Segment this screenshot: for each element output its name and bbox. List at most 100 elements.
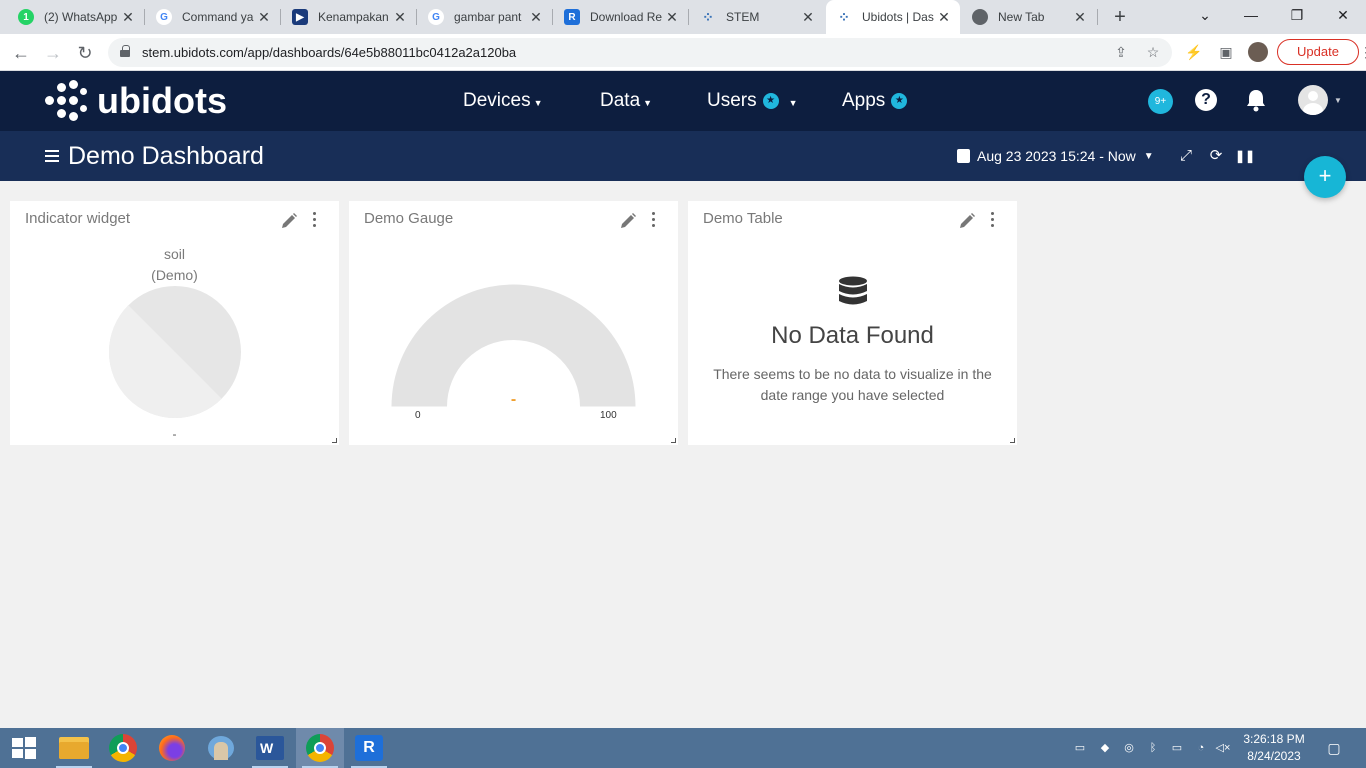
- gauge-value: -: [510, 391, 517, 408]
- tab-separator: [416, 9, 417, 25]
- chrome-taskbar-icon[interactable]: [99, 728, 147, 768]
- tray-network-icon[interactable]: ◆: [1097, 740, 1113, 756]
- tab-google-command[interactable]: G Command ya ✕: [146, 0, 280, 34]
- widget-menu-icon[interactable]: [651, 212, 657, 230]
- edit-pencil-icon[interactable]: [619, 212, 637, 230]
- refresh-icon[interactable]: ⟳: [1207, 147, 1225, 165]
- nav-devices-label: Devices: [463, 90, 531, 111]
- recorder-app-icon[interactable]: R: [345, 728, 393, 768]
- forward-icon[interactable]: →: [40, 40, 66, 66]
- calendar-icon[interactable]: [957, 149, 970, 163]
- reload-icon[interactable]: ↻: [72, 40, 98, 66]
- gauge-max-label: 100: [600, 410, 617, 421]
- tab-download[interactable]: R Download Re ✕: [554, 0, 688, 34]
- close-window-icon[interactable]: ✕: [1320, 0, 1366, 34]
- nav-apps[interactable]: Apps ★: [842, 90, 908, 112]
- nav-data[interactable]: Data ▼: [600, 90, 652, 112]
- chrome-active-taskbar-icon[interactable]: [296, 728, 344, 768]
- tab-google-gambar[interactable]: G gambar pant ✕: [418, 0, 552, 34]
- firefox-icon[interactable]: [148, 728, 196, 768]
- nav-data-label: Data: [600, 90, 641, 111]
- network-people-icon[interactable]: [197, 728, 245, 768]
- tab-whatsapp[interactable]: 1 (2) WhatsApp ✕: [8, 0, 144, 34]
- chevron-down-icon: ▼: [788, 97, 798, 108]
- close-tab-icon[interactable]: ✕: [256, 9, 272, 26]
- tray-display-icon[interactable]: ▭: [1072, 740, 1088, 756]
- share-icon[interactable]: ⇪: [1112, 43, 1130, 61]
- nav-users[interactable]: Users ★ ▼: [707, 90, 798, 112]
- close-tab-icon[interactable]: ✕: [936, 9, 952, 26]
- tab-separator: [552, 9, 553, 25]
- extensions-icon[interactable]: ⚡: [1184, 42, 1204, 62]
- help-icon[interactable]: ?: [1195, 89, 1217, 111]
- app-top-nav: ubidots Devices ▼ Data ▼ Users ★ ▼ Apps …: [0, 71, 1366, 131]
- word-icon[interactable]: W: [246, 728, 294, 768]
- bell-icon[interactable]: [1245, 88, 1267, 112]
- address-bar[interactable]: stem.ubidots.com/app/dashboards/64e5b880…: [108, 38, 1172, 67]
- indicator-value: -: [172, 427, 177, 441]
- resize-handle[interactable]: [332, 438, 337, 443]
- close-tab-icon[interactable]: ✕: [1072, 9, 1088, 26]
- widget-title: Demo Table: [703, 210, 783, 227]
- close-tab-icon[interactable]: ✕: [528, 9, 544, 26]
- close-tab-icon[interactable]: ✕: [800, 9, 816, 26]
- user-avatar[interactable]: [1298, 85, 1328, 115]
- notification-count-badge[interactable]: 9+: [1148, 89, 1173, 114]
- widget-title: Indicator widget: [25, 210, 131, 227]
- pause-icon[interactable]: ❚❚: [1235, 147, 1255, 165]
- chevron-down-icon[interactable]: ▼: [1334, 96, 1342, 105]
- tab-new-tab[interactable]: New Tab ✕: [962, 0, 1096, 34]
- file-explorer-icon[interactable]: [50, 728, 98, 768]
- minimize-icon[interactable]: —: [1228, 0, 1274, 34]
- nav-devices[interactable]: Devices ▼: [463, 90, 543, 112]
- resize-handle[interactable]: [1010, 438, 1015, 443]
- bluetooth-icon[interactable]: ᛒ: [1145, 740, 1161, 756]
- edit-pencil-icon[interactable]: [958, 212, 976, 230]
- tab-separator: [1097, 9, 1098, 25]
- taskbar-clock[interactable]: 3:26:18 PM 8/24/2023: [1240, 731, 1308, 765]
- lock-icon[interactable]: [120, 45, 130, 57]
- windows-logo-icon: [12, 737, 36, 759]
- widget-menu-icon[interactable]: [312, 212, 318, 230]
- tab-title: STEM: [726, 10, 760, 24]
- browser-menu-icon[interactable]: ⋮: [1359, 42, 1366, 62]
- tab-ubidots-dashboard[interactable]: ⁘ Ubidots | Das ✕: [826, 0, 960, 34]
- volume-muted-icon[interactable]: ◁×: [1215, 740, 1231, 756]
- new-tab-button[interactable]: +: [1108, 5, 1132, 29]
- browser-toolbar: ← → ↻ stem.ubidots.com/app/dashboards/64…: [0, 34, 1366, 71]
- close-tab-icon[interactable]: ✕: [120, 9, 136, 26]
- indicator-widget: Indicator widget soil (Demo) -: [10, 201, 339, 445]
- side-panel-icon[interactable]: ▣: [1216, 42, 1236, 62]
- resize-handle[interactable]: [671, 438, 676, 443]
- star-badge-icon: ★: [762, 93, 779, 109]
- widget-title: Demo Gauge: [364, 210, 454, 227]
- fullscreen-icon[interactable]: ⤢: [1177, 147, 1195, 165]
- ubidots-icon: ⁘: [702, 8, 714, 25]
- date-range-picker[interactable]: Aug 23 2023 15:24 - Now ▼: [977, 148, 1154, 164]
- update-button[interactable]: Update: [1277, 39, 1359, 65]
- action-center-icon[interactable]: ▢: [1325, 740, 1343, 756]
- tab-search-icon[interactable]: ⌄: [1182, 0, 1228, 34]
- url-text[interactable]: stem.ubidots.com/app/dashboards/64e5b880…: [142, 45, 516, 60]
- dashboard-title[interactable]: Demo Dashboard: [68, 142, 264, 171]
- close-tab-icon[interactable]: ✕: [392, 9, 408, 26]
- widget-menu-icon[interactable]: [990, 212, 996, 230]
- bookmark-star-icon[interactable]: ☆: [1144, 43, 1162, 61]
- battery-icon[interactable]: ▭: [1169, 740, 1185, 756]
- nav-apps-label: Apps: [842, 90, 886, 111]
- close-tab-icon[interactable]: ✕: [664, 9, 680, 26]
- wifi-icon[interactable]: ◔: [1193, 740, 1209, 756]
- back-icon[interactable]: ←: [8, 40, 34, 66]
- menu-icon[interactable]: [45, 150, 59, 162]
- restore-icon[interactable]: ❐: [1274, 0, 1320, 34]
- add-widget-button[interactable]: +: [1304, 156, 1346, 198]
- edit-pencil-icon[interactable]: [280, 212, 298, 230]
- windows-taskbar: W R ▭ ◆ ◎ ᛒ ▭ ◔ ◁× 3:26:18 PM 8/24/2023 …: [0, 728, 1366, 768]
- tab-stem[interactable]: ⁘ STEM ✕: [690, 0, 824, 34]
- tray-disc-icon[interactable]: ◎: [1121, 740, 1137, 756]
- start-button[interactable]: [0, 728, 48, 768]
- star-badge-icon: ★: [891, 93, 908, 109]
- profile-avatar[interactable]: [1248, 42, 1268, 62]
- ubidots-logo[interactable]: ubidots: [45, 80, 227, 122]
- tab-kenampakan[interactable]: ▶ Kenampakan ✕: [282, 0, 416, 34]
